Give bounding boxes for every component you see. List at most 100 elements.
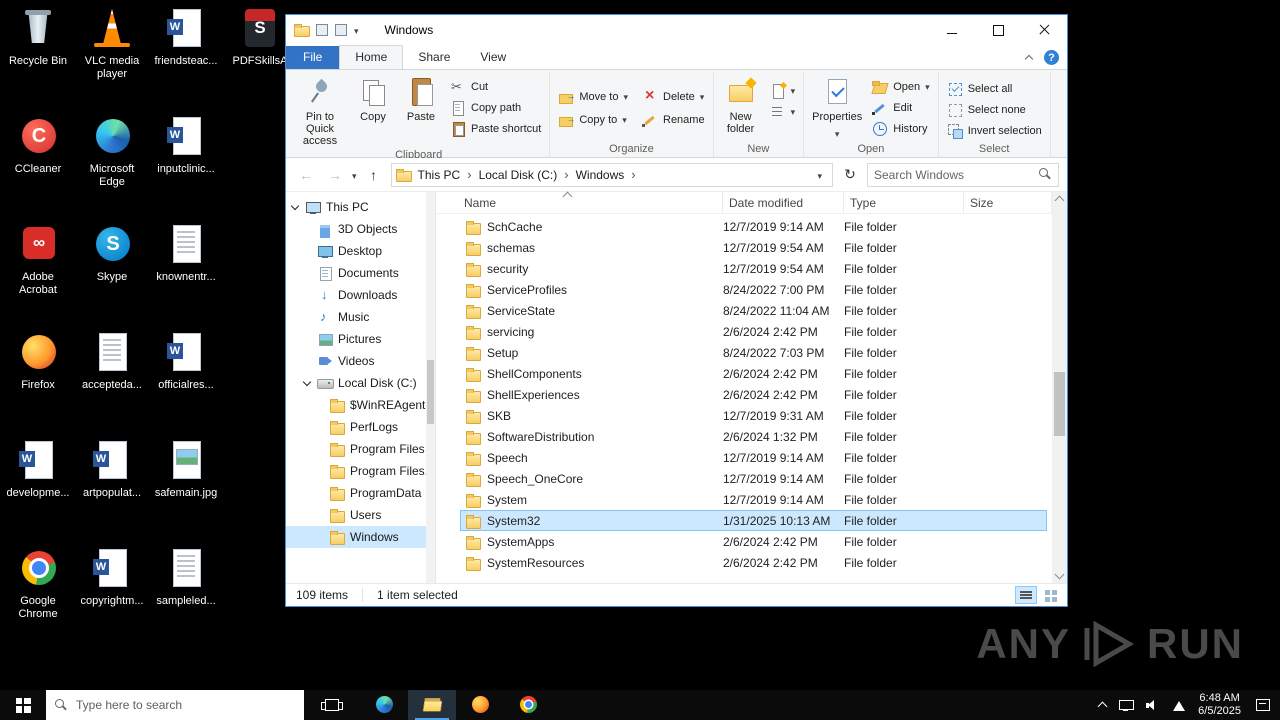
- easy-access-button[interactable]: [765, 101, 801, 122]
- cut-button[interactable]: Cut: [445, 76, 546, 97]
- network-icon[interactable]: [1173, 700, 1186, 711]
- nav-item-local-disk-c[interactable]: Local Disk (C:): [286, 372, 427, 394]
- desktop-icon-friendsteac[interactable]: friendsteac...: [150, 6, 222, 68]
- maximize-button[interactable]: [975, 15, 1021, 45]
- address-dropdown-icon[interactable]: [811, 168, 828, 182]
- file-row-servicing[interactable]: servicing 2/6/2024 2:42 PM File folder: [460, 321, 1047, 342]
- column-header-name[interactable]: Name: [436, 192, 723, 213]
- invert-selection-button[interactable]: Invert selection: [942, 120, 1047, 141]
- taskbar-search-box[interactable]: [46, 690, 304, 720]
- up-button[interactable]: [362, 163, 386, 187]
- qat-newfolder-icon[interactable]: [335, 24, 347, 36]
- properties-button[interactable]: Properties: [807, 72, 867, 141]
- nav-item-videos[interactable]: Videos: [286, 350, 427, 372]
- desktop-icon-microsoft-edge[interactable]: Microsoft Edge: [76, 114, 148, 189]
- desktop-icon-knownentr[interactable]: knownentr...: [150, 222, 222, 284]
- desktop-icon-artpopulat[interactable]: artpopulat...: [76, 438, 148, 500]
- select-none-button[interactable]: Select none: [942, 99, 1047, 120]
- desktop-icon-skype[interactable]: Skype: [76, 222, 148, 284]
- desktop-icon-accepteda[interactable]: accepteda...: [76, 330, 148, 392]
- refresh-icon[interactable]: [838, 163, 862, 187]
- qat-customize-icon[interactable]: [354, 23, 359, 37]
- minimize-button[interactable]: [929, 15, 975, 45]
- minimize-ribbon-icon[interactable]: [1024, 54, 1034, 64]
- nav-item-documents[interactable]: Documents: [286, 262, 427, 284]
- hidden-icons-chevron-icon[interactable]: [1097, 701, 1108, 712]
- file-row-system[interactable]: System 12/7/2019 9:14 AM File folder: [460, 489, 1047, 510]
- new-item-button[interactable]: [765, 80, 801, 101]
- desktop-icon-safemain-jpg[interactable]: safemain.jpg: [150, 438, 222, 500]
- taskbar-app-file-explorer[interactable]: [408, 690, 456, 720]
- paste-shortcut-button[interactable]: Paste shortcut: [445, 118, 546, 139]
- copy-path-button[interactable]: Copy path: [445, 97, 546, 118]
- nav-item-program-files[interactable]: Program Files...: [286, 460, 427, 482]
- desktop-icon-adobe-acrobat[interactable]: Adobe Acrobat: [2, 222, 74, 297]
- scroll-down-icon[interactable]: [1054, 569, 1065, 580]
- taskbar-app-firefox[interactable]: [456, 690, 504, 720]
- nav-scrollbar[interactable]: [426, 192, 435, 583]
- action-center-icon[interactable]: [1256, 699, 1270, 711]
- file-row-speech[interactable]: Speech 12/7/2019 9:14 AM File folder: [460, 447, 1047, 468]
- pin-to-quick-access-button[interactable]: Pin to Quick access: [291, 72, 349, 148]
- recent-locations-icon[interactable]: [352, 168, 357, 182]
- rename-button[interactable]: Rename: [637, 109, 710, 130]
- close-button[interactable]: [1021, 15, 1067, 45]
- nav-item-winreagent[interactable]: $WinREAgent: [286, 394, 427, 416]
- desktop-icon-sampleled[interactable]: sampleled...: [150, 546, 222, 608]
- move-to-button[interactable]: Move to: [553, 86, 633, 107]
- file-row-schemas[interactable]: schemas 12/7/2019 9:54 AM File folder: [460, 237, 1047, 258]
- paste-button[interactable]: Paste: [397, 72, 445, 124]
- details-view-button[interactable]: [1015, 586, 1037, 604]
- start-button[interactable]: [0, 690, 46, 720]
- taskbar-app-edge[interactable]: [360, 690, 408, 720]
- breadcrumb[interactable]: This PC Local Disk (C:) Windows: [390, 162, 833, 187]
- delete-button[interactable]: Delete: [637, 86, 710, 107]
- column-header-size[interactable]: Size: [964, 192, 1052, 213]
- expand-chevron-icon[interactable]: [302, 378, 312, 388]
- display-tray-icon[interactable]: [1119, 699, 1135, 711]
- nav-item-program-files[interactable]: Program Files: [286, 438, 427, 460]
- file-row-schcache[interactable]: SchCache 12/7/2019 9:14 AM File folder: [460, 216, 1047, 237]
- forward-button[interactable]: [323, 163, 347, 187]
- file-row-security[interactable]: security 12/7/2019 9:54 AM File folder: [460, 258, 1047, 279]
- nav-item-desktop[interactable]: Desktop: [286, 240, 427, 262]
- column-header-type[interactable]: Type: [844, 192, 964, 213]
- task-view-button[interactable]: [312, 690, 352, 720]
- file-row-serviceprofiles[interactable]: ServiceProfiles 8/24/2022 7:00 PM File fol…: [460, 279, 1047, 300]
- back-button[interactable]: [294, 163, 318, 187]
- desktop-icon-officialres[interactable]: officialres...: [150, 330, 222, 392]
- breadcrumb-item-windows[interactable]: Windows: [569, 168, 632, 182]
- file-row-softwaredistribution[interactable]: SoftwareDistribution 2/6/2024 1:32 PM File…: [460, 426, 1047, 447]
- clock[interactable]: 6:48 AM 6/5/2025: [1198, 692, 1241, 718]
- nav-item-downloads[interactable]: Downloads: [286, 284, 427, 306]
- file-row-servicestate[interactable]: ServiceState 8/24/2022 11:04 AM File folde…: [460, 300, 1047, 321]
- desktop-icon-developme[interactable]: developme...: [2, 438, 74, 500]
- nav-item-programdata[interactable]: ProgramData: [286, 482, 427, 504]
- desktop-icon-vlc-media-player[interactable]: VLC media player: [76, 6, 148, 81]
- desktop-icon-ccleaner[interactable]: CCleaner: [2, 114, 74, 176]
- ribbon-tab-view[interactable]: View: [465, 46, 521, 69]
- history-button[interactable]: History: [867, 118, 934, 139]
- ribbon-tab-file[interactable]: File: [286, 46, 340, 69]
- large-icons-view-button[interactable]: [1040, 586, 1062, 604]
- scrollbar-thumb[interactable]: [1054, 372, 1065, 436]
- breadcrumb-item-this-pc[interactable]: This PC: [411, 168, 468, 182]
- desktop-icon-copyrightm[interactable]: copyrightm...: [76, 546, 148, 608]
- taskbar-search-input[interactable]: [76, 698, 295, 712]
- breadcrumb-separator-icon[interactable]: [631, 167, 635, 182]
- nav-scrollbar-thumb[interactable]: [427, 360, 434, 424]
- new-folder-button[interactable]: New folder: [717, 72, 765, 136]
- expand-chevron-icon[interactable]: [290, 202, 300, 212]
- ribbon-tab-share[interactable]: Share: [403, 46, 465, 69]
- desktop-icon-google-chrome[interactable]: Google Chrome: [2, 546, 74, 621]
- volume-icon[interactable]: [1146, 699, 1160, 711]
- desktop-icon-inputclinic[interactable]: inputclinic...: [150, 114, 222, 176]
- file-row-systemresources[interactable]: SystemResources 2/6/2024 2:42 PM File fold…: [460, 552, 1047, 573]
- column-header-date-modified[interactable]: Date modified: [723, 192, 844, 213]
- nav-item-users[interactable]: Users: [286, 504, 427, 526]
- nav-item-music[interactable]: Music: [286, 306, 427, 328]
- nav-item-perflogs[interactable]: PerfLogs: [286, 416, 427, 438]
- search-icon[interactable]: [1039, 168, 1052, 181]
- select-all-button[interactable]: Select all: [942, 78, 1047, 99]
- file-row-systemapps[interactable]: SystemApps 2/6/2024 2:42 PM File folder: [460, 531, 1047, 552]
